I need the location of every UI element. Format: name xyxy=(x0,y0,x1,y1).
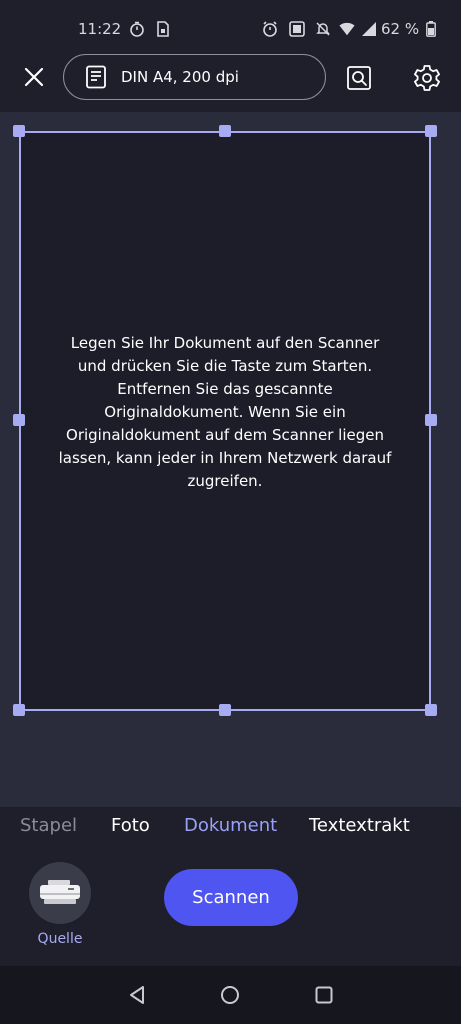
scan-mode-tabs: Stapel Foto Dokument Textextrakt xyxy=(0,807,461,847)
zoom-preview-icon xyxy=(347,66,371,90)
nfc-icon xyxy=(289,21,305,37)
scan-instruction-text: Legen Sie Ihr Dokument auf den Scanner u… xyxy=(58,334,392,490)
source-label: Quelle xyxy=(37,931,83,947)
tab-foto[interactable]: Foto xyxy=(111,815,150,836)
crop-handle-right[interactable] xyxy=(425,414,437,426)
crop-handle-left[interactable] xyxy=(13,414,25,426)
crop-handle-bottom-right[interactable] xyxy=(425,704,437,716)
signal-icon xyxy=(361,21,377,37)
battery-icon xyxy=(423,21,439,37)
crop-handle-bottom[interactable] xyxy=(219,704,231,716)
preview-button[interactable] xyxy=(344,63,374,93)
back-icon xyxy=(130,986,144,1004)
home-icon xyxy=(221,986,239,1004)
bottom-bar: Quelle Scannen xyxy=(0,847,461,966)
system-navigation-bar xyxy=(0,966,461,1024)
crop-handle-top[interactable] xyxy=(219,125,231,137)
home-button[interactable] xyxy=(219,984,241,1006)
recents-button[interactable] xyxy=(313,984,335,1006)
scan-preset-selector[interactable]: DIN A4, 200 dpi xyxy=(63,54,326,100)
recents-icon xyxy=(315,986,333,1004)
alarm-icon xyxy=(262,21,278,37)
back-button[interactable] xyxy=(127,984,149,1006)
timer-icon xyxy=(129,21,145,37)
source-button[interactable] xyxy=(29,862,91,924)
wifi-icon xyxy=(339,21,355,37)
sim-icon xyxy=(155,21,171,37)
crop-frame[interactable]: Legen Sie Ihr Dokument auf den Scanner u… xyxy=(19,131,431,711)
printer-icon xyxy=(40,880,80,904)
crop-handle-bottom-left[interactable] xyxy=(13,704,25,716)
scan-preset-label: DIN A4, 200 dpi xyxy=(121,68,239,86)
close-button[interactable] xyxy=(18,61,50,93)
tab-textextrakt[interactable]: Textextrakt xyxy=(309,815,410,836)
scan-preview-area: Legen Sie Ihr Dokument auf den Scanner u… xyxy=(0,112,461,807)
tab-stapel[interactable]: Stapel xyxy=(20,815,77,836)
top-bar: DIN A4, 200 dpi xyxy=(0,42,461,112)
tab-dokument[interactable]: Dokument xyxy=(184,815,277,836)
document-icon xyxy=(85,65,107,89)
mute-icon xyxy=(315,21,331,37)
settings-button[interactable] xyxy=(412,63,442,93)
close-icon xyxy=(24,67,44,87)
gear-icon xyxy=(414,65,440,91)
scan-button[interactable]: Scannen xyxy=(164,869,298,926)
crop-handle-top-right[interactable] xyxy=(425,125,437,137)
battery-percent: 62 % xyxy=(381,20,420,38)
crop-handle-top-left[interactable] xyxy=(13,125,25,137)
status-time: 11:22 xyxy=(78,20,122,38)
